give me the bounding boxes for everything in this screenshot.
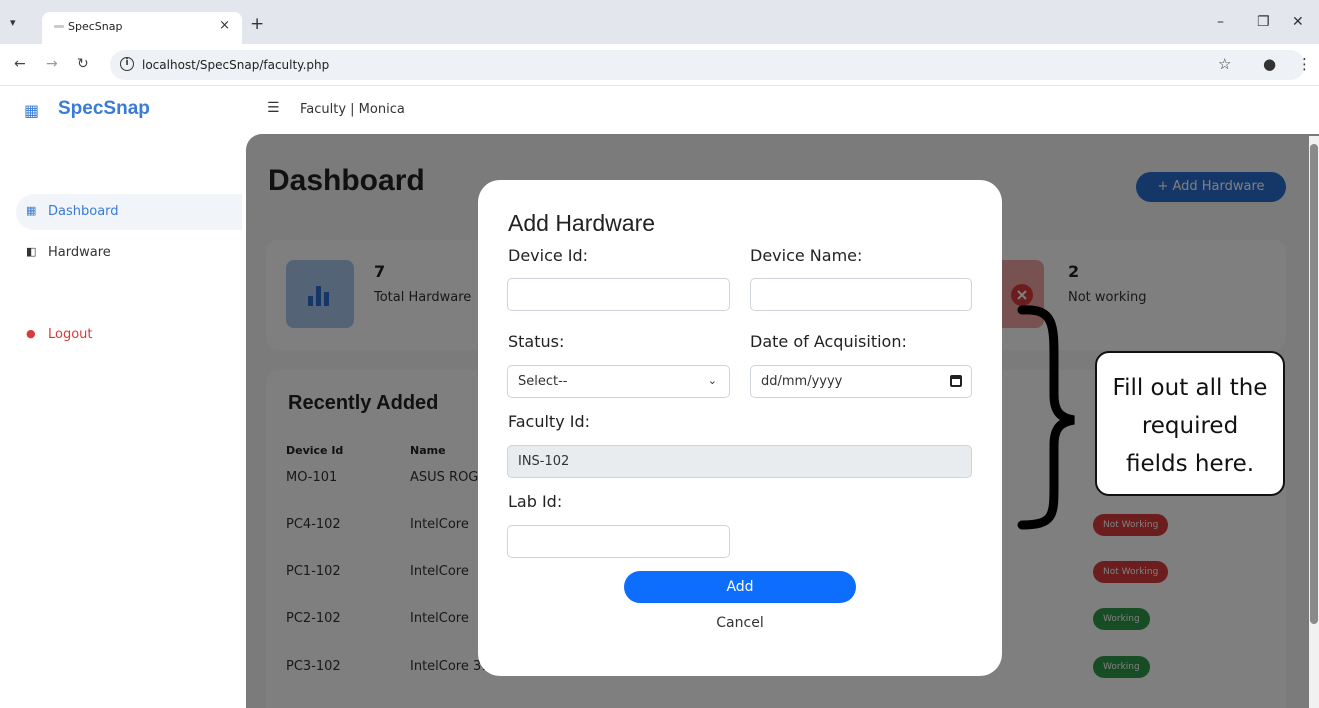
header-title: Faculty | Monica — [300, 102, 405, 117]
site-info-icon[interactable]: i — [120, 57, 134, 71]
logout-icon: ● — [26, 327, 36, 340]
curly-brace-annotation — [1017, 305, 1075, 530]
sidebar-item-label: Hardware — [48, 245, 111, 260]
tab-title: SpecSnap — [68, 20, 123, 33]
status-selected-value: Select-- — [518, 374, 568, 389]
cancel-button[interactable]: Cancel — [478, 615, 1002, 631]
modal-title: Add Hardware — [508, 210, 656, 236]
browser-tabbar: ▾ SpecSnap × + – ❐ ✕ — [0, 0, 1319, 44]
reload-icon[interactable]: ↻ — [77, 56, 89, 72]
maximize-button[interactable]: ❐ — [1257, 14, 1270, 30]
sidebar-item-dashboard[interactable]: ▦ Dashboard — [16, 194, 242, 230]
sidebar-item-hardware[interactable]: ◧ Hardware — [16, 235, 242, 271]
new-tab-button[interactable]: + — [250, 16, 264, 33]
address-bar[interactable]: i localhost/SpecSnap/faculty.php — [110, 50, 1305, 80]
device-id-input[interactable] — [507, 278, 730, 311]
status-label: Status: — [508, 332, 565, 351]
sidebar-item-label: Logout — [48, 327, 93, 342]
date-placeholder: dd/mm/yyyy — [761, 374, 843, 389]
bookmark-star-icon[interactable]: ☆ — [1218, 55, 1231, 73]
add-submit-button[interactable]: Add — [624, 571, 856, 603]
sidebar-item-logout[interactable]: ● Logout — [16, 317, 242, 353]
device-name-label: Device Name: — [750, 246, 863, 265]
hardware-icon: ◧ — [26, 245, 37, 258]
annotation-text: Fill out all the required fields here. — [1112, 375, 1268, 477]
brand-name[interactable]: SpecSnap — [58, 98, 150, 120]
calendar-icon[interactable] — [950, 375, 962, 387]
device-name-input[interactable] — [750, 278, 972, 311]
minimize-button[interactable]: – — [1217, 14, 1224, 30]
status-select[interactable]: Select-- ⌄ — [507, 365, 730, 398]
close-window-button[interactable]: ✕ — [1292, 14, 1304, 30]
tab-close-icon[interactable]: × — [219, 18, 230, 33]
faculty-id-value: INS-102 — [518, 454, 570, 469]
annotation-callout: Fill out all the required fields here. — [1095, 351, 1285, 496]
chevron-down-icon: ⌄ — [707, 374, 717, 387]
forward-icon[interactable]: → — [46, 56, 58, 72]
favicon-icon — [54, 25, 64, 28]
browser-toolbar: ← → ↻ i localhost/SpecSnap/faculty.php ☆… — [0, 44, 1319, 86]
url-text[interactable]: localhost/SpecSnap/faculty.php — [142, 58, 329, 72]
qr-logo-icon: ▦ — [24, 101, 40, 120]
back-icon[interactable]: ← — [14, 56, 26, 72]
faculty-id-label: Faculty Id: — [508, 412, 591, 431]
profile-icon[interactable]: ● — [1263, 55, 1276, 73]
scrollbar-thumb[interactable] — [1310, 144, 1318, 624]
faculty-id-input[interactable]: INS-102 — [507, 445, 972, 478]
sidebar-item-label: Dashboard — [48, 204, 119, 219]
lab-id-input[interactable] — [507, 525, 730, 558]
add-hardware-modal: Add Hardware Device Id: Device Name: Sta… — [478, 180, 1002, 676]
browser-menu-icon[interactable]: ⋮ — [1297, 55, 1312, 73]
device-id-label: Device Id: — [508, 246, 589, 265]
tab-list-chevron-icon[interactable]: ▾ — [10, 16, 16, 29]
date-label: Date of Acquisition: — [750, 332, 907, 351]
date-of-acquisition-input[interactable]: dd/mm/yyyy — [750, 365, 972, 398]
hamburger-menu-icon[interactable]: ☰ — [267, 100, 280, 116]
lab-id-label: Lab Id: — [508, 492, 563, 511]
browser-tab[interactable]: SpecSnap × — [42, 12, 242, 44]
dashboard-icon: ▦ — [26, 204, 37, 217]
